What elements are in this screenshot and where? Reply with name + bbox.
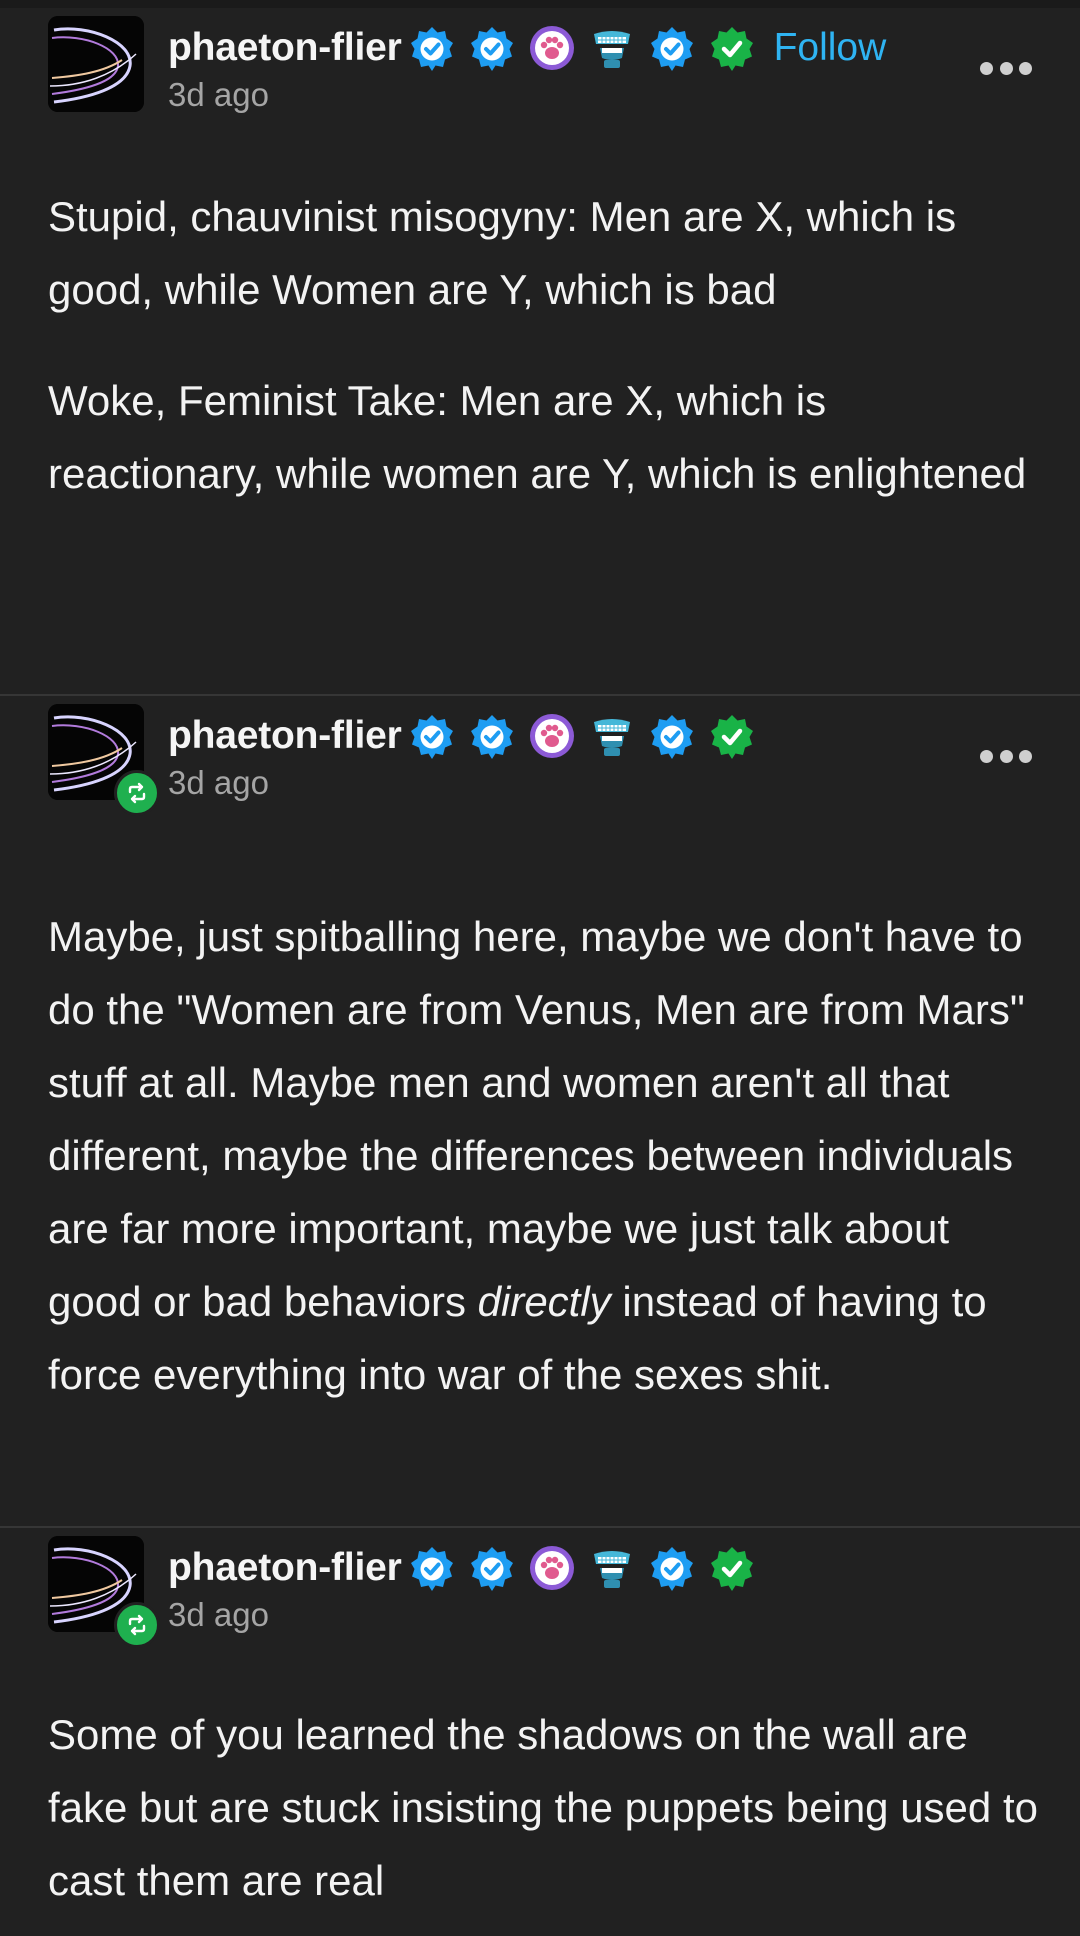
verified-blue-icon[interactable] xyxy=(408,1544,456,1592)
verified-blue-icon[interactable] xyxy=(408,24,456,72)
timestamp[interactable]: 3d ago xyxy=(168,764,269,802)
paw-badge-icon[interactable] xyxy=(528,1544,576,1592)
username-link[interactable]: phaeton-flier xyxy=(168,26,402,70)
post-original: phaeton-flier Follow 3d ago Stupid, chau… xyxy=(0,8,1080,694)
verified-blue-icon[interactable] xyxy=(648,1544,696,1592)
name-row: phaeton-flier xyxy=(168,1542,768,1594)
chattering-teeth-icon[interactable] xyxy=(588,1544,636,1592)
avatar[interactable] xyxy=(48,1536,160,1648)
post-text: Maybe, just spitballing here, maybe we d… xyxy=(48,913,1025,1325)
more-options-icon[interactable] xyxy=(980,56,1032,80)
post-paragraph: Stupid, chauvinist misogyny: Men are X, … xyxy=(48,193,957,313)
post-text-emphasis: directly xyxy=(477,1278,611,1325)
verified-green-icon[interactable] xyxy=(708,1544,756,1592)
badge-row xyxy=(408,712,768,760)
timestamp[interactable]: 3d ago xyxy=(168,1596,269,1634)
post-header: phaeton-flier xyxy=(0,696,1080,816)
reblog-icon xyxy=(114,770,160,816)
chattering-teeth-icon[interactable] xyxy=(588,712,636,760)
reblog-icon xyxy=(114,1602,160,1648)
post-body: Some of you learned the shadows on the w… xyxy=(48,1698,1038,1917)
top-strip xyxy=(0,0,1080,8)
verified-green-icon[interactable] xyxy=(708,24,756,72)
badge-row xyxy=(408,24,768,72)
post-paragraph: Woke, Feminist Take: Men are X, which is… xyxy=(48,377,1027,497)
name-row: phaeton-flier xyxy=(168,710,768,762)
post-body: Stupid, chauvinist misogyny: Men are X, … xyxy=(48,180,1038,510)
avatar-art xyxy=(48,16,144,112)
follow-button[interactable]: Follow xyxy=(774,26,887,70)
verified-blue-icon[interactable] xyxy=(468,1544,516,1592)
chattering-teeth-icon[interactable] xyxy=(588,24,636,72)
post-paragraph: Maybe, just spitballing here, maybe we d… xyxy=(48,900,1038,1411)
post-body: Maybe, just spitballing here, maybe we d… xyxy=(48,900,1038,1411)
timestamp[interactable]: 3d ago xyxy=(168,76,269,114)
post-header: phaeton-flier xyxy=(0,8,1080,118)
more-options-icon[interactable] xyxy=(980,744,1032,768)
post-paragraph: Some of you learned the shadows on the w… xyxy=(48,1711,1038,1904)
post-reblog: phaeton-flier xyxy=(0,696,1080,1526)
verified-blue-icon[interactable] xyxy=(648,24,696,72)
username-link[interactable]: phaeton-flier xyxy=(168,714,402,758)
name-row: phaeton-flier xyxy=(168,22,886,74)
paw-badge-icon[interactable] xyxy=(528,24,576,72)
verified-blue-icon[interactable] xyxy=(648,712,696,760)
avatar[interactable] xyxy=(48,704,160,816)
verified-blue-icon[interactable] xyxy=(468,24,516,72)
avatar[interactable] xyxy=(48,16,144,112)
username-link[interactable]: phaeton-flier xyxy=(168,1546,402,1590)
badge-row xyxy=(408,1544,768,1592)
verified-green-icon[interactable] xyxy=(708,712,756,760)
verified-blue-icon[interactable] xyxy=(408,712,456,760)
paw-badge-icon[interactable] xyxy=(528,712,576,760)
verified-blue-icon[interactable] xyxy=(468,712,516,760)
post-reblog: phaeton-flier xyxy=(0,1528,1080,1936)
post-header: phaeton-flier xyxy=(0,1528,1080,1648)
